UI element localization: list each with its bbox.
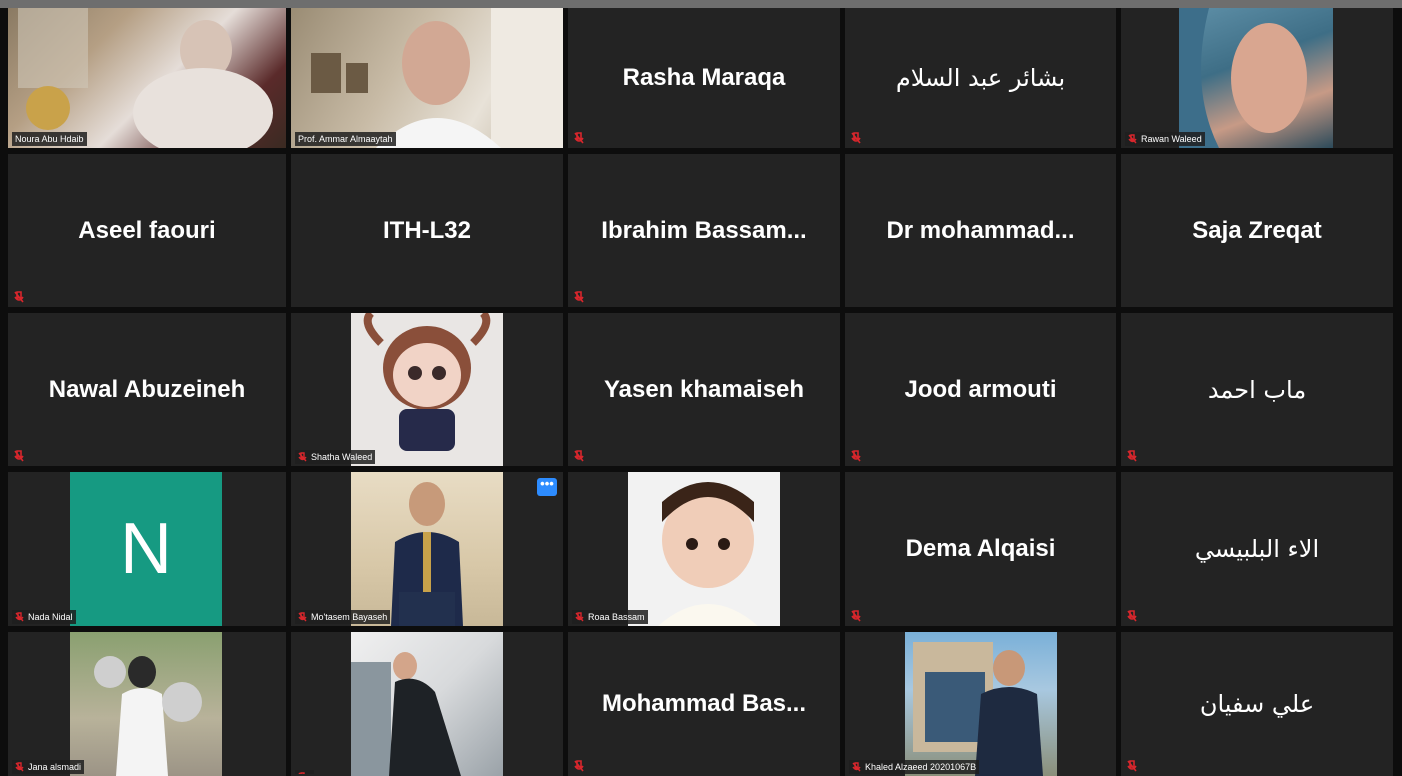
participant-name-label: Shatha Waleed <box>295 450 376 464</box>
mic-muted-icon <box>298 772 307 774</box>
participant-tile[interactable]: Dema Alqaisi <box>845 472 1116 626</box>
mic-muted-icon <box>851 450 861 462</box>
participant-more-button[interactable]: ••• <box>537 477 557 496</box>
mic-muted-icon <box>14 450 24 462</box>
mic-muted-icon <box>298 612 307 624</box>
participant-name: Rawan Waleed <box>1141 134 1202 144</box>
participant-name: Mohammad Bas... <box>601 690 807 717</box>
participant-video <box>351 632 503 776</box>
participant-tile[interactable]: Aseel faouri <box>8 154 286 307</box>
participant-tile[interactable]: Shatha Waleed <box>291 313 563 466</box>
participant-name-label: Rawan Waleed <box>1125 132 1205 146</box>
participant-name: ITH-L32 <box>382 216 471 244</box>
participant-tile[interactable]: Yasen khamaiseh <box>568 313 840 466</box>
participant-name: Jood armouti <box>904 375 1057 403</box>
mic-muted-icon <box>574 450 584 462</box>
mic-muted-icon <box>298 452 307 464</box>
participant-name: Khaled Alzaeed 20201067B <box>865 762 977 772</box>
participant-video <box>291 8 563 148</box>
participant-name: الاء البلبيسي <box>1194 535 1320 563</box>
video-frame <box>94 656 202 776</box>
participant-video <box>628 472 780 626</box>
video-frame <box>311 8 563 148</box>
participant-tile[interactable]: Rasha Maraqa <box>568 8 840 148</box>
mic-muted-icon <box>15 612 24 624</box>
video-frame <box>18 8 273 148</box>
mic-muted-icon <box>1127 760 1137 772</box>
participant-tile[interactable]: Saja Zreqat <box>1121 154 1393 307</box>
participant-tile[interactable]: Jood armouti <box>845 313 1116 466</box>
participant-name-label: Khaled Alzaeed 20201067B <box>849 760 980 774</box>
participant-name: ماب احمد <box>1207 375 1307 404</box>
video-frame <box>363 313 491 451</box>
participant-name: علي سفيان <box>1199 690 1315 718</box>
video-frame <box>658 482 758 626</box>
participant-tile[interactable]: Nawal Abuzeineh <box>8 313 286 466</box>
participant-tile[interactable]: Noura Abu Hdaib <box>8 8 286 148</box>
participant-name: Yasen khamaiseh <box>603 375 805 403</box>
participant-tile[interactable]: ITH-L32 <box>291 154 563 307</box>
participant-video <box>70 632 222 776</box>
participant-tile[interactable] <box>291 632 563 776</box>
participant-tile[interactable]: Prof. Ammar Almaaytah <box>291 8 563 148</box>
participant-name-label <box>295 770 314 774</box>
mic-muted-icon <box>851 132 861 144</box>
participant-name-label: Prof. Ammar Almaaytah <box>295 132 396 146</box>
mic-muted-icon <box>15 762 24 774</box>
video-frame <box>1179 8 1307 148</box>
participant-video <box>351 472 503 626</box>
participant-tile[interactable]: Dr mohammad... <box>845 154 1116 307</box>
participant-name: Dr mohammad... <box>886 216 1075 244</box>
participant-name: Saja Zreqat <box>1192 216 1322 244</box>
participant-name: Shatha Waleed <box>311 452 373 462</box>
participant-tile[interactable]: الاء البلبيسي <box>1121 472 1393 626</box>
participant-video <box>1179 8 1333 148</box>
participant-name: Aseel faouri <box>78 216 216 244</box>
gallery-view: Noura Abu Hdaib Prof. Ammar Almaaytah Ra… <box>8 8 1393 776</box>
participant-tile[interactable]: Roaa Bassam <box>568 472 840 626</box>
mic-muted-icon <box>851 610 861 622</box>
participant-video <box>905 632 1057 776</box>
participant-name-label: Roaa Bassam <box>572 610 648 624</box>
mic-muted-icon <box>575 612 584 624</box>
window-top-bar <box>0 0 1402 8</box>
participant-tile[interactable]: N Nada Nidal <box>8 472 286 626</box>
participant-tile[interactable]: Mohammad Bas... <box>568 632 840 776</box>
participant-tile[interactable]: Khaled Alzaeed 20201067B <box>845 632 1116 776</box>
participant-name: Jana alsmadi <box>28 762 82 772</box>
avatar: N <box>70 472 222 626</box>
participant-video <box>8 8 286 148</box>
participant-tile[interactable]: Jana alsmadi <box>8 632 286 776</box>
participant-name: Mo'tasem Bayaseh <box>311 612 388 622</box>
mic-muted-icon <box>1127 450 1137 462</box>
video-frame <box>391 482 463 626</box>
mic-muted-icon <box>1128 134 1137 146</box>
participant-name: Nada Nidal <box>28 612 73 622</box>
mic-muted-icon <box>574 132 584 144</box>
video-frame <box>351 652 461 776</box>
mic-muted-icon <box>852 762 861 774</box>
participant-tile[interactable]: ••• Mo'tasem Bayaseh <box>291 472 563 626</box>
participant-name: Roaa Bassam <box>588 612 645 622</box>
mic-muted-icon <box>1127 610 1137 622</box>
mic-muted-icon <box>574 760 584 772</box>
participant-name: Nawal Abuzeineh <box>48 375 246 403</box>
participant-tile[interactable]: Ibrahim Bassam... <box>568 154 840 307</box>
participant-tile[interactable]: بشائر عبد السلام <box>845 8 1116 148</box>
participant-name-label: Noura Abu Hdaib <box>12 132 87 146</box>
participant-tile[interactable]: Rawan Waleed <box>1121 8 1393 148</box>
participant-tile[interactable]: ماب احمد <box>1121 313 1393 466</box>
video-frame <box>913 642 1043 776</box>
participant-name: Dema Alqaisi <box>905 535 1056 562</box>
participant-name: Ibrahim Bassam... <box>601 216 807 244</box>
participant-tile[interactable]: علي سفيان <box>1121 632 1393 776</box>
mic-muted-icon <box>14 291 24 303</box>
participant-video <box>351 313 503 466</box>
participant-name-label: Mo'tasem Bayaseh <box>295 610 391 624</box>
participant-name: بشائر عبد السلام <box>895 64 1066 92</box>
mic-muted-icon <box>574 291 584 303</box>
participant-name: Rasha Maraqa <box>622 64 786 91</box>
participant-name-label: Nada Nidal <box>12 610 76 624</box>
participant-name-label: Jana alsmadi <box>12 760 85 774</box>
